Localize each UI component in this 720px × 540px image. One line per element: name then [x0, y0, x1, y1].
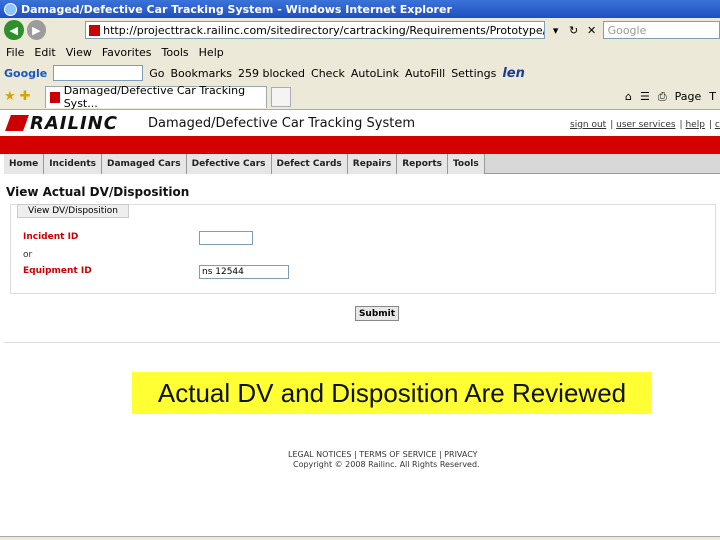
go-button[interactable]: Go	[149, 67, 164, 80]
window-title-bar: Damaged/Defective Car Tracking System - …	[0, 0, 720, 18]
google-search-input[interactable]	[53, 65, 144, 81]
tools-menu[interactable]: T	[709, 90, 716, 104]
stop-icon[interactable]: ✕	[584, 22, 600, 38]
bookmarks-button[interactable]: Bookmarks	[171, 67, 232, 80]
command-bar: ⌂ ☰ ⎙ Page T	[625, 90, 720, 104]
content-divider	[4, 342, 720, 343]
site-header: RAILINC Damaged/Defective Car Tracking S…	[0, 110, 720, 136]
popup-blocked-button[interactable]: 259 blocked	[238, 67, 305, 80]
slide-caption: Actual DV and Disposition Are Reviewed	[132, 372, 652, 414]
footer-links[interactable]: LEGAL NOTICES | TERMS OF SERVICE | PRIVA…	[288, 450, 478, 459]
equipment-id-label: Equipment ID	[23, 266, 92, 276]
user-services-link[interactable]: user services	[616, 120, 675, 130]
footer-copyright: Copyright © 2008 Railinc. All Rights Res…	[293, 460, 480, 469]
menu-edit[interactable]: Edit	[34, 46, 55, 59]
forward-icon[interactable]: ▶	[26, 20, 47, 40]
menu-help[interactable]: Help	[199, 46, 224, 59]
header-band	[0, 136, 720, 154]
or-label: or	[23, 250, 33, 260]
search-placeholder: Google	[607, 23, 647, 37]
tab-view-dv-disposition[interactable]: View DV/Disposition	[17, 204, 129, 218]
page-icon	[49, 91, 60, 103]
page-menu[interactable]: Page	[675, 90, 702, 104]
nav-incidents[interactable]: Incidents	[44, 154, 102, 174]
autofill-button[interactable]: AutoFill	[405, 67, 445, 80]
address-row: ◀ ▶ http://projecttrack.railinc.com/site…	[0, 18, 720, 42]
home-icon[interactable]: ⌂	[625, 90, 632, 104]
google-logo: Google	[4, 66, 48, 80]
feeds-icon[interactable]: ☰	[640, 90, 650, 104]
nav-tools[interactable]: Tools	[447, 154, 485, 174]
autolink-button[interactable]: AutoLink	[351, 67, 399, 80]
add-favorite-icon[interactable]: ✚	[20, 89, 31, 104]
tab-label: Damaged/Defective Car Tracking Syst...	[63, 84, 246, 110]
menu-file[interactable]: File	[6, 46, 24, 59]
nav-home[interactable]: Home	[4, 154, 45, 174]
back-icon[interactable]: ◀	[4, 20, 24, 40]
url-text: http://projecttrack.railinc.com/sitedire…	[103, 23, 543, 37]
logo-mark-icon	[5, 115, 29, 131]
google-toolbar: Google Go Bookmarks 259 blocked Check Au…	[0, 62, 720, 84]
nav-reports[interactable]: Reports	[397, 154, 448, 174]
page-icon	[89, 24, 101, 36]
tab-active[interactable]: Damaged/Defective Car Tracking Syst...	[44, 84, 267, 110]
web-page: RAILINC Damaged/Defective Car Tracking S…	[0, 110, 720, 538]
site-nav: Home Incidents Damaged Cars Defective Ca…	[4, 154, 720, 174]
nav-defective-cars[interactable]: Defective Cars	[186, 154, 272, 174]
sign-out-link[interactable]: sign out	[570, 120, 606, 130]
toolbar-brand: len	[502, 65, 525, 81]
search-input[interactable]: Google	[602, 21, 720, 39]
new-tab-button[interactable]	[270, 86, 291, 107]
tab-row: ★ ✚ Damaged/Defective Car Tracking Syst.…	[0, 84, 720, 110]
window-title: Damaged/Defective Car Tracking System - …	[21, 2, 452, 16]
ie-icon	[4, 2, 17, 16]
refresh-icon[interactable]: ↻	[566, 22, 582, 38]
help-link[interactable]: help	[685, 120, 704, 130]
dropdown-icon[interactable]: ▾	[548, 22, 564, 38]
menu-tools[interactable]: Tools	[162, 46, 189, 59]
nav-defect-cards[interactable]: Defect Cards	[271, 154, 348, 174]
address-input[interactable]: http://projecttrack.railinc.com/sitedire…	[85, 21, 545, 39]
nav-damaged-cars[interactable]: Damaged Cars	[102, 154, 187, 174]
favorites-star-icon[interactable]: ★	[4, 89, 16, 104]
incident-id-label: Incident ID	[23, 232, 79, 242]
railinc-logo: RAILINC	[5, 112, 118, 134]
nav-repairs[interactable]: Repairs	[347, 154, 398, 174]
submit-button[interactable]: Submit	[355, 306, 399, 321]
menu-view[interactable]: View	[66, 46, 92, 59]
contact-link[interactable]: con	[715, 120, 720, 130]
equipment-id-input[interactable]: ns 12544	[199, 265, 289, 279]
site-top-links: sign out| user services| help| con	[570, 120, 720, 130]
check-button[interactable]: Check	[311, 67, 345, 80]
status-bar	[0, 536, 720, 540]
page-title: View Actual DV/Disposition	[6, 185, 190, 199]
site-title: Damaged/Defective Car Tracking System	[148, 116, 416, 131]
menu-bar: File Edit View Favorites Tools Help	[0, 42, 720, 62]
dv-disposition-panel: View DV/Disposition Incident ID or Equip…	[10, 204, 716, 294]
print-icon[interactable]: ⎙	[658, 90, 667, 104]
address-actions: ▾ ↻ ✕	[548, 22, 600, 38]
logo-text: RAILINC	[30, 112, 118, 134]
settings-button[interactable]: Settings	[451, 67, 496, 80]
menu-favorites[interactable]: Favorites	[102, 46, 152, 59]
incident-id-input[interactable]	[199, 231, 253, 245]
